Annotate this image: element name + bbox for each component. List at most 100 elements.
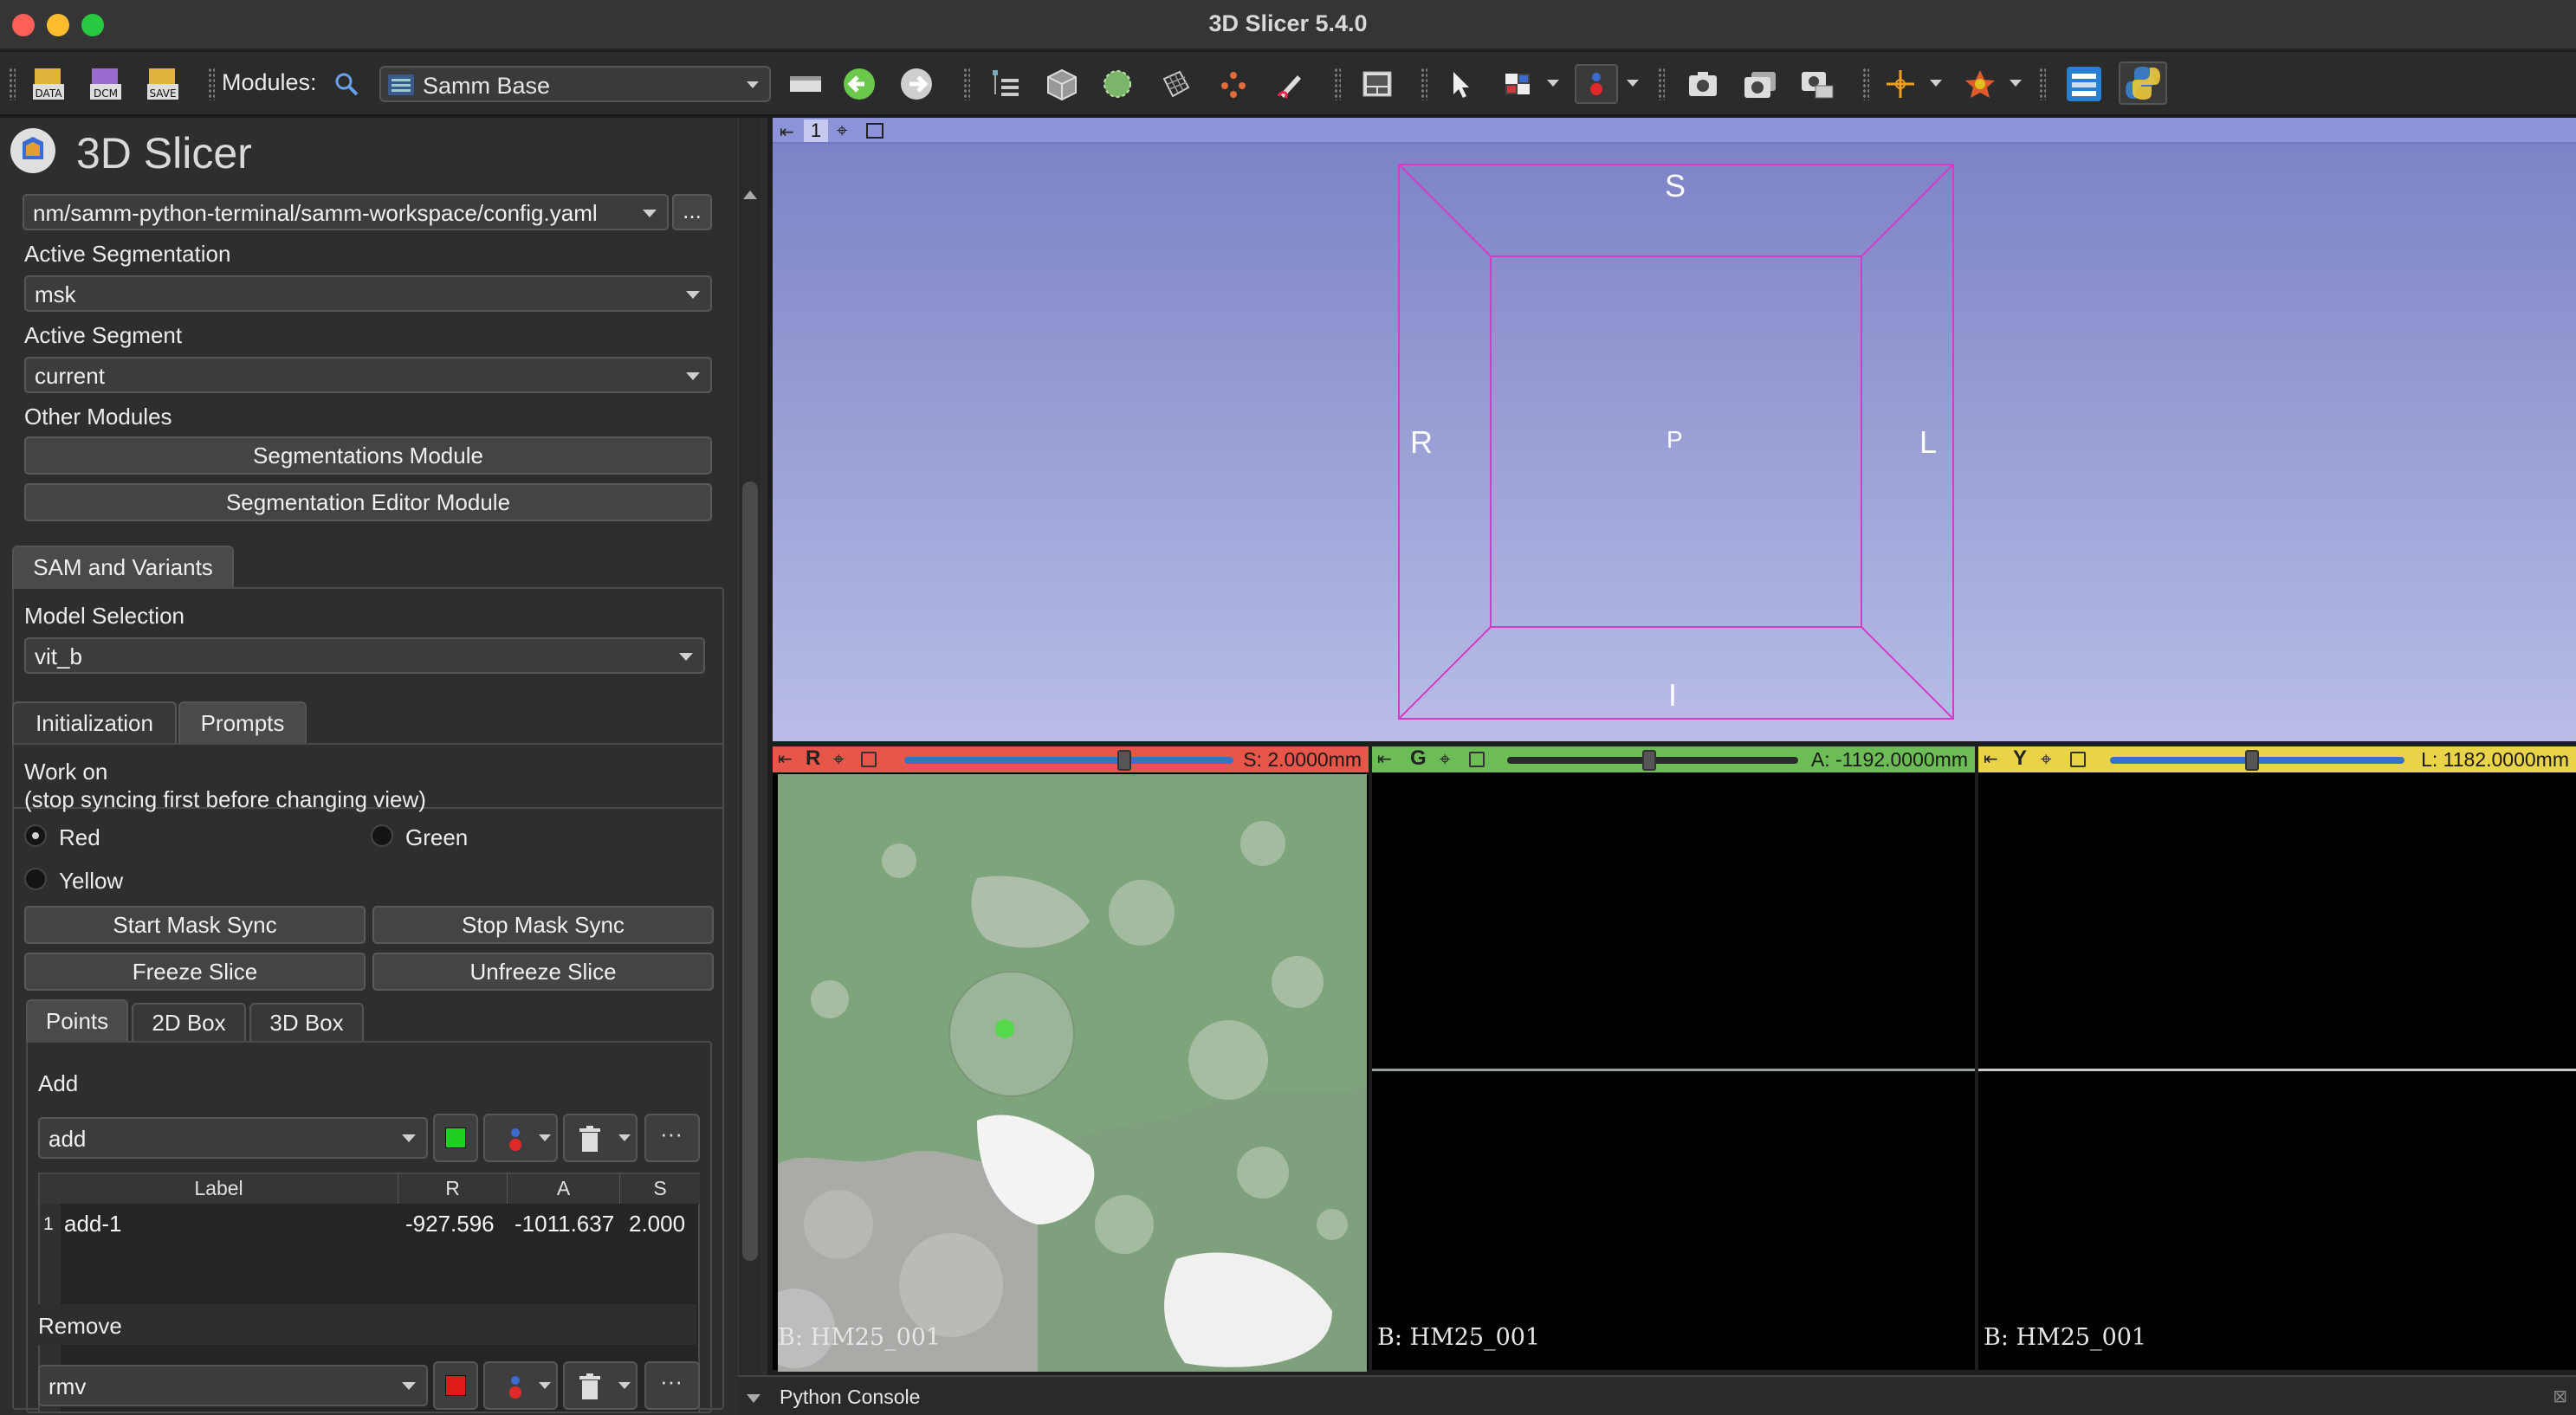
module-panel-toggle-button[interactable] xyxy=(785,64,826,104)
module-search-button[interactable] xyxy=(327,64,366,104)
load-data-button[interactable]: DATA xyxy=(28,64,69,104)
add-point-list-combo[interactable]: add xyxy=(38,1117,428,1159)
segmentations-module-button[interactable]: Segmentations Module xyxy=(24,436,712,475)
remove-place-point-button[interactable] xyxy=(483,1361,558,1410)
layout-button[interactable] xyxy=(1356,64,1398,104)
tab-initialization[interactable]: Initialization xyxy=(12,701,177,745)
scroll-up-icon[interactable] xyxy=(743,191,757,199)
maximize-view-icon[interactable] xyxy=(1469,752,1485,767)
remove-more-button[interactable]: ··· xyxy=(644,1361,700,1410)
scene-restore-button[interactable] xyxy=(1796,64,1838,104)
transforms-module-button[interactable] xyxy=(1155,64,1197,104)
start-mask-sync-button[interactable]: Start Mask Sync xyxy=(24,906,366,944)
crosshair-button[interactable] xyxy=(1880,64,1921,104)
remove-point-list-combo[interactable]: rmv xyxy=(38,1365,428,1406)
module-panel-scrollbar[interactable] xyxy=(738,118,761,1415)
pin-icon[interactable]: ⇤ xyxy=(1984,748,1998,770)
add-delete-button[interactable] xyxy=(563,1114,638,1162)
row-r[interactable]: -927.596 xyxy=(405,1211,495,1237)
slider-knob[interactable] xyxy=(1117,750,1131,771)
radio-red[interactable] xyxy=(24,824,47,847)
segment-editor-button[interactable] xyxy=(1270,64,1311,104)
remove-color-button[interactable] xyxy=(433,1361,478,1410)
toolbar-grip[interactable] xyxy=(1421,68,1427,100)
config-browse-button[interactable]: ... xyxy=(672,194,712,230)
maximize-view-icon[interactable] xyxy=(2070,752,2086,767)
slider-knob[interactable] xyxy=(1642,750,1656,771)
model-selection-combo[interactable]: vit_b xyxy=(24,637,705,674)
python-console-bar[interactable]: Python Console ⊠ xyxy=(738,1375,2576,1415)
save-button[interactable]: SAVE xyxy=(142,64,184,104)
back-button[interactable] xyxy=(838,64,880,104)
chevron-down-icon[interactable] xyxy=(2010,80,2022,87)
column-header-a[interactable]: A xyxy=(508,1174,620,1204)
scrollbar-thumb[interactable] xyxy=(742,481,758,1261)
row-label[interactable]: add-1 xyxy=(64,1211,122,1237)
slice-view-red[interactable]: ⇤ R ⌖ S: 2.0000mm B: HM25_001 xyxy=(773,746,1369,1372)
toolbar-grip[interactable] xyxy=(9,68,16,100)
chevron-down-icon[interactable] xyxy=(1930,80,1942,87)
window-level-button[interactable] xyxy=(1497,64,1538,104)
column-header-r[interactable]: R xyxy=(398,1174,508,1204)
tab-points[interactable]: Points xyxy=(26,999,128,1043)
volumes-module-button[interactable] xyxy=(1041,64,1083,104)
screenshot-button[interactable] xyxy=(1682,64,1724,104)
maximize-view-icon[interactable] xyxy=(861,752,877,767)
unfreeze-slice-button[interactable]: Unfreeze Slice xyxy=(372,953,714,991)
stop-mask-sync-button[interactable]: Stop Mask Sync xyxy=(372,906,714,944)
view-link-button[interactable] xyxy=(1959,64,2001,104)
toolbar-grip[interactable] xyxy=(208,68,215,100)
pin-icon[interactable]: ⇤ xyxy=(778,748,793,770)
radio-yellow[interactable] xyxy=(24,868,47,890)
slice-view-yellow[interactable]: ⇤ Y ⌖ L: 1182.0000mm B: HM25_001 xyxy=(1978,746,2576,1370)
radio-green[interactable] xyxy=(371,824,393,847)
markups-module-button[interactable] xyxy=(1213,64,1254,104)
chevron-down-icon[interactable] xyxy=(1627,80,1639,87)
collapse-arrow-icon[interactable] xyxy=(747,1394,761,1403)
chevron-down-icon[interactable] xyxy=(1547,80,1559,87)
active-segment-combo[interactable]: current xyxy=(24,357,712,393)
extensions-icon xyxy=(2067,67,2101,101)
tab-2d-box[interactable]: 2D Box xyxy=(132,1003,246,1043)
freeze-slice-button[interactable]: Freeze Slice xyxy=(24,953,366,991)
row-s[interactable]: 2.000 xyxy=(629,1211,685,1237)
toolbar-grip[interactable] xyxy=(963,68,970,100)
toolbar-grip[interactable] xyxy=(1658,68,1665,100)
toolbar-grip[interactable] xyxy=(1334,68,1341,100)
module-selector[interactable]: Samm Base xyxy=(379,66,771,102)
toolbar-grip[interactable] xyxy=(2039,68,2046,100)
segmentation-editor-module-button[interactable]: Segmentation Editor Module xyxy=(24,483,712,521)
config-path-combo[interactable]: nm/samm-python-terminal/samm-workspace/c… xyxy=(23,194,669,230)
data-module-button[interactable] xyxy=(984,64,1026,104)
column-header-s[interactable]: S xyxy=(620,1174,700,1204)
add-more-button[interactable]: ··· xyxy=(644,1114,700,1162)
place-point-button[interactable] xyxy=(1575,64,1618,104)
slider-knob[interactable] xyxy=(2245,750,2259,771)
add-color-button[interactable] xyxy=(433,1114,478,1162)
active-segmentation-combo[interactable]: msk xyxy=(24,275,712,312)
column-header-label[interactable]: Label xyxy=(40,1174,398,1204)
extension-manager-button[interactable] xyxy=(2063,64,2105,104)
tab-sam-and-variants[interactable]: SAM and Variants xyxy=(12,546,234,589)
remove-delete-button[interactable] xyxy=(563,1361,638,1410)
pin-icon[interactable]: ⇤ xyxy=(1377,748,1392,770)
python-console-button[interactable] xyxy=(2119,61,2167,105)
center-view-icon[interactable]: ⌖ xyxy=(2041,748,2051,771)
close-icon[interactable]: ⊠ xyxy=(2553,1386,2567,1407)
models-module-button[interactable] xyxy=(1097,64,1138,104)
tab-prompts[interactable]: Prompts xyxy=(178,701,307,745)
slice-view-green[interactable]: ⇤ G ⌖ A: -1192.0000mm B: HM25_001 xyxy=(1372,746,1975,1370)
load-dicom-button[interactable]: DCM xyxy=(85,64,126,104)
center-view-icon[interactable]: ⌖ xyxy=(1440,748,1450,771)
row-a[interactable]: -1011.637 xyxy=(515,1211,614,1237)
toolbar-grip[interactable] xyxy=(1862,68,1869,100)
scene-view-button[interactable] xyxy=(1739,64,1781,104)
select-mode-button[interactable] xyxy=(1440,64,1481,104)
window-title: 3D Slicer 5.4.0 xyxy=(1208,10,1368,36)
tab-3d-box[interactable]: 3D Box xyxy=(249,1003,364,1043)
center-view-icon[interactable]: ⌖ xyxy=(833,748,844,771)
slice-offset-slider-red[interactable] xyxy=(904,757,1233,764)
add-place-point-button[interactable] xyxy=(483,1114,558,1162)
3d-view[interactable]: ⇤ 1 ⌖ S I R L P xyxy=(773,118,2576,741)
forward-button[interactable] xyxy=(896,64,937,104)
